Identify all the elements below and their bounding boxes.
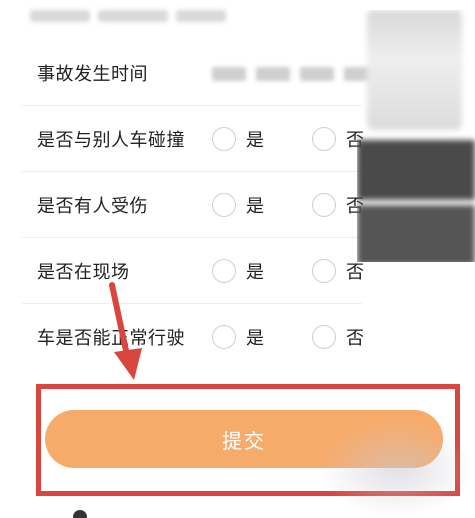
blurred-overlay-panel (357, 10, 475, 262)
accident-report-form: 事故发生时间 是否与别人车碰撞 是 否 是否有人受伤 是 否 是否在现场 是 否… (22, 40, 378, 370)
accident-time-value-blurred[interactable] (212, 67, 378, 81)
on-scene-row: 是否在现场 是 否 (22, 238, 364, 304)
radio-button[interactable] (212, 126, 236, 151)
drivable-label: 车是否能正常行驶 (37, 328, 185, 349)
drivable-no-option[interactable]: 否 (312, 324, 364, 350)
injury-label: 是否有人受伤 (37, 195, 148, 217)
option-no-label: 否 (346, 328, 364, 349)
injury-yes-option[interactable]: 是 (212, 192, 264, 218)
option-yes-label: 是 (246, 328, 264, 349)
option-yes-label: 是 (246, 129, 264, 151)
radio-button[interactable] (312, 325, 336, 349)
radio-button[interactable] (312, 192, 336, 217)
on-scene-yes-option[interactable]: 是 (212, 258, 264, 284)
radio-button[interactable] (212, 192, 236, 217)
drivable-row: 车是否能正常行驶 是 否 (22, 304, 364, 370)
drivable-yes-option[interactable]: 是 (212, 324, 264, 350)
on-scene-label: 是否在现场 (37, 261, 130, 283)
accident-time-row[interactable]: 事故发生时间 (22, 40, 378, 106)
collision-row: 是否与别人车碰撞 是 否 (22, 106, 364, 172)
watermark (318, 420, 475, 518)
option-yes-label: 是 (246, 261, 264, 283)
radio-button[interactable] (312, 258, 336, 283)
blurred-header-text (30, 10, 240, 24)
radio-button[interactable] (212, 258, 236, 283)
radio-button[interactable] (312, 126, 336, 151)
collision-yes-option[interactable]: 是 (212, 126, 264, 152)
submit-button-label: 提交 (222, 430, 266, 453)
collision-label: 是否与别人车碰撞 (37, 129, 185, 151)
injury-row: 是否有人受伤 是 否 (22, 172, 364, 238)
bottom-partial-icon (73, 510, 87, 518)
accident-time-label: 事故发生时间 (37, 63, 148, 85)
option-yes-label: 是 (246, 195, 264, 217)
radio-button[interactable] (212, 325, 236, 349)
